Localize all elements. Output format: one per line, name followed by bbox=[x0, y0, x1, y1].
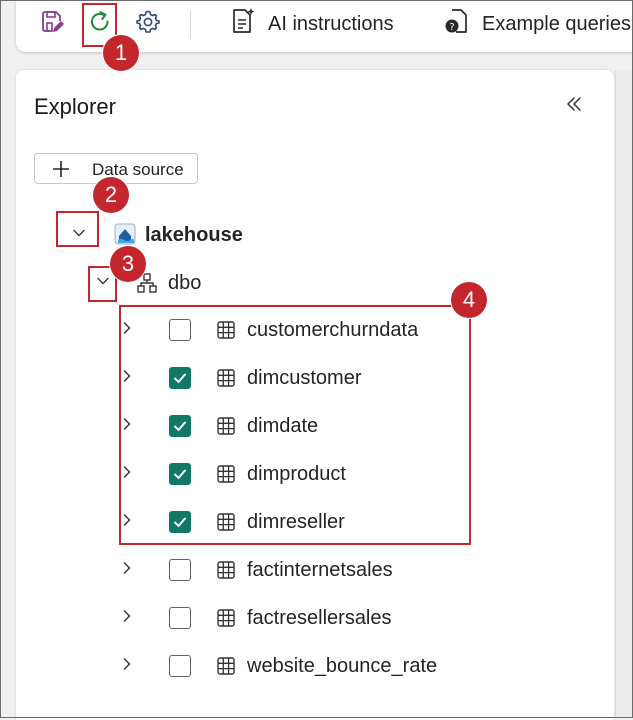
save-edit-icon bbox=[39, 9, 65, 40]
annotation-badge-2: 2 bbox=[93, 177, 129, 213]
lakehouse-label[interactable]: lakehouse bbox=[145, 224, 243, 247]
table-checkbox[interactable] bbox=[169, 607, 191, 629]
table-checkbox[interactable] bbox=[169, 655, 191, 677]
gear-icon bbox=[135, 9, 161, 40]
right-pane-edge bbox=[615, 70, 633, 718]
plus-icon bbox=[52, 160, 70, 183]
chevron-right-icon bbox=[121, 609, 133, 628]
lakehouse-icon bbox=[112, 221, 138, 247]
annotation-box-4 bbox=[119, 305, 471, 545]
explorer-title: Explorer bbox=[34, 94, 116, 119]
annotation-badge-4: 4 bbox=[451, 282, 487, 318]
chevron-right-icon bbox=[121, 561, 133, 580]
table-checkbox[interactable] bbox=[169, 559, 191, 581]
ai-instructions-label: AI instructions bbox=[268, 12, 394, 35]
svg-text:?: ? bbox=[449, 22, 454, 33]
schema-label[interactable]: dbo bbox=[168, 272, 201, 295]
table-icon bbox=[215, 655, 237, 677]
table-expand-toggle[interactable] bbox=[118, 559, 136, 581]
settings-button[interactable] bbox=[132, 8, 164, 40]
chevron-right-icon bbox=[121, 657, 133, 676]
table-name-label: factresellersales bbox=[247, 607, 392, 629]
collapse-panel-button[interactable] bbox=[562, 93, 586, 119]
annotation-box-2 bbox=[56, 211, 99, 247]
annotation-badge-1: 1 bbox=[103, 35, 139, 71]
table-icon bbox=[215, 607, 237, 629]
save-button[interactable] bbox=[36, 8, 68, 40]
ai-document-icon bbox=[230, 7, 268, 41]
table-icon bbox=[215, 559, 237, 581]
document-question-icon: ? bbox=[444, 7, 482, 41]
annotation-badge-3: 3 bbox=[110, 246, 146, 282]
table-expand-toggle[interactable] bbox=[118, 655, 136, 677]
table-name-label: factinternetsales bbox=[247, 559, 393, 581]
ai-instructions-button[interactable]: AI instructions bbox=[230, 7, 394, 41]
table-expand-toggle[interactable] bbox=[118, 607, 136, 629]
toolbar-divider bbox=[190, 11, 191, 39]
table-name-label: website_bounce_rate bbox=[247, 655, 438, 677]
example-queries-label: Example queries bbox=[482, 12, 631, 35]
double-chevron-left-icon bbox=[565, 95, 583, 118]
example-queries-button[interactable]: ? Example queries bbox=[444, 7, 631, 41]
